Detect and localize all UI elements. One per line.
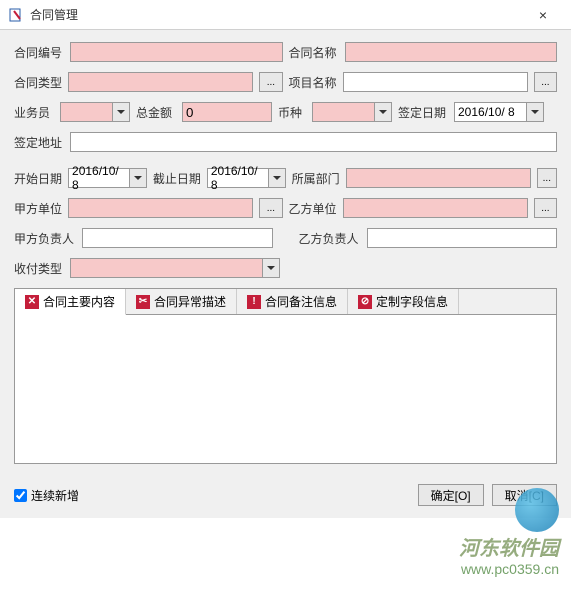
label-total-amount: 总金额 bbox=[136, 104, 176, 121]
project-name-input[interactable] bbox=[343, 72, 528, 92]
circle-slash-icon: ⊘ bbox=[358, 295, 372, 309]
label-end-date: 截止日期 bbox=[153, 170, 201, 187]
titlebar: 合同管理 × bbox=[0, 0, 571, 30]
label-project-name: 项目名称 bbox=[289, 74, 337, 91]
ok-button[interactable]: 确定[O] bbox=[418, 484, 484, 506]
continue-add-label: 连续新增 bbox=[31, 487, 79, 504]
scissors-icon: ✂ bbox=[136, 295, 150, 309]
footer-buttons: 确定[O] 取消[C] bbox=[418, 484, 557, 506]
contract-type-input[interactable] bbox=[68, 72, 253, 92]
label-sign-date: 签定日期 bbox=[398, 104, 448, 121]
footer: 连续新增 确定[O] 取消[C] bbox=[0, 472, 571, 518]
label-pay-type: 收付类型 bbox=[14, 260, 64, 277]
label-start-date: 开始日期 bbox=[14, 170, 62, 187]
label-contract-type: 合同类型 bbox=[14, 74, 62, 91]
end-date-picker[interactable]: 2016/10/ 8 bbox=[207, 168, 286, 188]
contract-name-input[interactable] bbox=[345, 42, 558, 62]
continue-add-input[interactable] bbox=[14, 489, 27, 502]
chevron-down-icon bbox=[379, 110, 387, 114]
label-currency: 币种 bbox=[278, 104, 306, 121]
exclaim-icon: ! bbox=[247, 295, 261, 309]
chevron-down-icon bbox=[531, 110, 539, 114]
start-date-picker[interactable]: 2016/10/ 8 bbox=[68, 168, 147, 188]
window-title: 合同管理 bbox=[30, 6, 523, 23]
tab-label: 合同备注信息 bbox=[265, 293, 337, 310]
party-b-input[interactable] bbox=[343, 198, 528, 218]
party-a-browse[interactable]: ... bbox=[259, 198, 282, 218]
party-b-browse[interactable]: ... bbox=[534, 198, 557, 218]
row-leaders: 甲方负责人 乙方负责人 bbox=[14, 228, 557, 248]
sign-address-input[interactable] bbox=[70, 132, 557, 152]
continue-add-checkbox[interactable]: 连续新增 bbox=[14, 487, 79, 504]
sign-date-picker[interactable]: 2016/10/ 8 bbox=[454, 102, 544, 122]
tab-custom-fields[interactable]: ⊘ 定制字段信息 bbox=[348, 289, 459, 314]
department-input[interactable] bbox=[346, 168, 531, 188]
watermark-url: www.pc0359.cn bbox=[459, 561, 559, 577]
tab-main-content[interactable]: ✕ 合同主要内容 bbox=[15, 289, 126, 315]
chevron-down-icon bbox=[117, 110, 125, 114]
tab-label: 合同主要内容 bbox=[43, 293, 115, 310]
close-button[interactable]: × bbox=[523, 1, 563, 29]
x-icon: ✕ bbox=[25, 295, 39, 309]
party-a-lead-input[interactable] bbox=[82, 228, 273, 248]
chevron-down-icon bbox=[134, 176, 142, 180]
contract-no-input[interactable] bbox=[70, 42, 283, 62]
total-amount-input[interactable] bbox=[182, 102, 272, 122]
row-contract-type: 合同类型 ... 项目名称 ... bbox=[14, 72, 557, 92]
tab-exception[interactable]: ✂ 合同异常描述 bbox=[126, 289, 237, 314]
tab-content-area[interactable] bbox=[15, 315, 556, 463]
watermark-text: 河东软件园 bbox=[459, 532, 559, 561]
label-salesman: 业务员 bbox=[14, 104, 54, 121]
tab-remarks[interactable]: ! 合同备注信息 bbox=[237, 289, 348, 314]
label-party-b-lead: 乙方负责人 bbox=[299, 230, 361, 247]
chevron-down-icon bbox=[267, 266, 275, 270]
pay-type-select[interactable] bbox=[70, 258, 280, 278]
party-a-input[interactable] bbox=[68, 198, 253, 218]
contract-type-browse[interactable]: ... bbox=[259, 72, 282, 92]
label-party-a: 甲方单位 bbox=[14, 200, 62, 217]
party-b-lead-input[interactable] bbox=[367, 228, 558, 248]
cancel-button[interactable]: 取消[C] bbox=[492, 484, 557, 506]
tab-label: 合同异常描述 bbox=[154, 293, 226, 310]
tabs-container: ✕ 合同主要内容 ✂ 合同异常描述 ! 合同备注信息 ⊘ 定制字段信息 bbox=[14, 288, 557, 464]
label-contract-name: 合同名称 bbox=[289, 44, 339, 61]
row-contract-id: 合同编号 合同名称 bbox=[14, 42, 557, 62]
salesman-select[interactable] bbox=[60, 102, 130, 122]
label-department: 所属部门 bbox=[292, 170, 340, 187]
label-sign-address: 签定地址 bbox=[14, 134, 64, 151]
department-browse[interactable]: ... bbox=[537, 168, 557, 188]
row-sign-address: 签定地址 bbox=[14, 132, 557, 152]
row-parties: 甲方单位 ... 乙方单位 ... bbox=[14, 198, 557, 218]
project-name-browse[interactable]: ... bbox=[534, 72, 557, 92]
chevron-down-icon bbox=[273, 176, 281, 180]
tab-bar: ✕ 合同主要内容 ✂ 合同异常描述 ! 合同备注信息 ⊘ 定制字段信息 bbox=[15, 289, 556, 315]
row-dates: 开始日期 2016/10/ 8 截止日期 2016/10/ 8 所属部门 ... bbox=[14, 168, 557, 188]
label-party-b: 乙方单位 bbox=[289, 200, 337, 217]
form-area: 合同编号 合同名称 合同类型 ... 项目名称 ... 业务员 总金额 币种 签… bbox=[0, 30, 571, 472]
app-icon bbox=[8, 7, 24, 23]
row-salesman: 业务员 总金额 币种 签定日期 2016/10/ 8 bbox=[14, 102, 557, 122]
label-contract-no: 合同编号 bbox=[14, 44, 64, 61]
tab-label: 定制字段信息 bbox=[376, 293, 448, 310]
label-party-a-lead: 甲方负责人 bbox=[14, 230, 76, 247]
currency-select[interactable] bbox=[312, 102, 392, 122]
row-pay-type: 收付类型 bbox=[14, 258, 557, 278]
